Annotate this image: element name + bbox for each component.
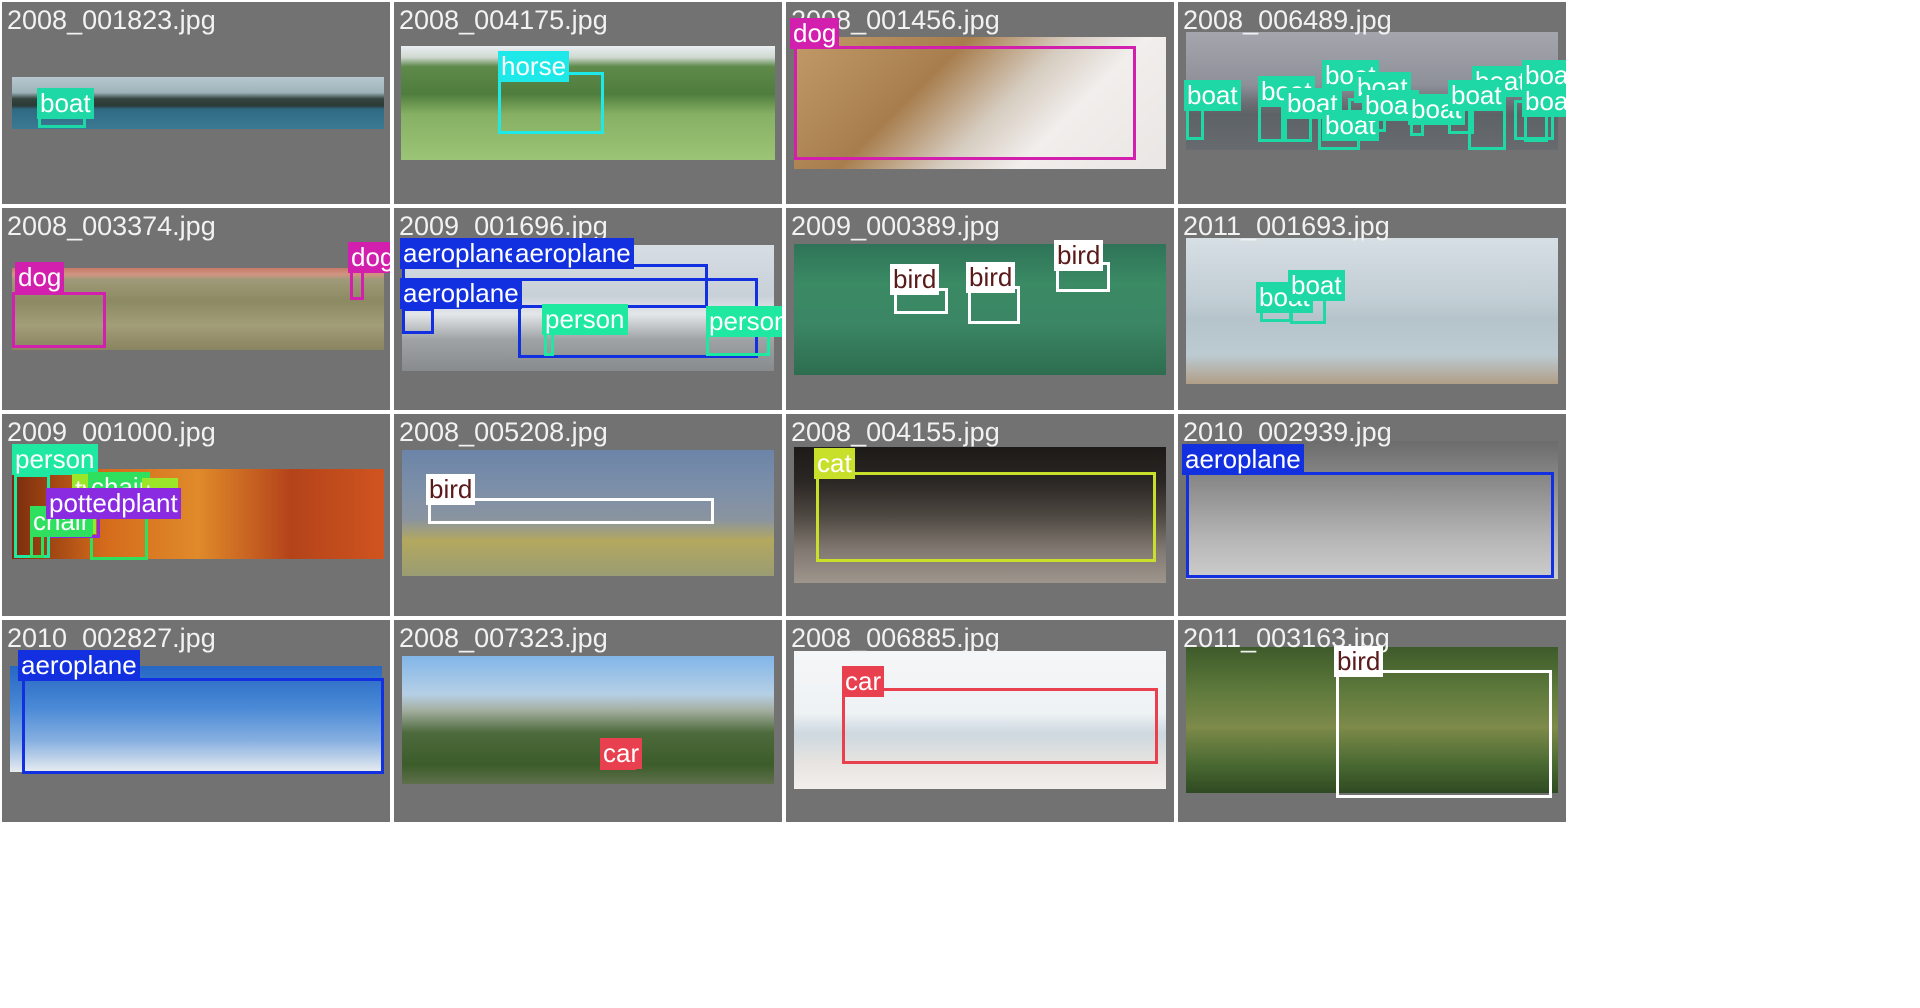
image-tile[interactable]: 2008_006885.jpgcar (786, 620, 1174, 822)
tile-filename: 2011_001693.jpg (1183, 211, 1390, 241)
bounding-box-label: aeroplane (18, 650, 140, 681)
bounding-box-label: person (706, 306, 782, 337)
tile-filename: 2008_003374.jpg (7, 211, 216, 241)
bounding-box-label: aeroplane (400, 238, 522, 269)
tile-filename: 2010_002827.jpg (7, 623, 216, 653)
bounding-box-label: boat (1184, 80, 1241, 111)
bounding-box (402, 308, 434, 334)
bounding-box-label: car (842, 666, 885, 697)
bounding-box-label: dog (348, 242, 390, 273)
image-tile[interactable]: 2008_001823.jpgboat (2, 2, 390, 204)
bounding-box-label: aeroplane (512, 238, 634, 269)
image-tile[interactable]: 2008_003374.jpgdog dog (2, 208, 390, 410)
image-tile[interactable]: 2008_001456.jpg dog (786, 2, 1174, 204)
tile-filename: 2008_005208.jpg (399, 417, 608, 447)
bounding-box (22, 678, 384, 774)
image-tile[interactable]: 2011_001693.jpg boat boat (1178, 208, 1566, 410)
image-tile[interactable]: 2009_000389.jpgbird bird bird (786, 208, 1174, 410)
bounding-box-label: dog (790, 18, 840, 49)
detection-results-grid: 2008_001823.jpg boat 2008_004175.jpg horse 2… (0, 0, 1920, 1008)
image-tile[interactable]: 2009_001000.jpgpersontvchairtorchairpott… (2, 414, 390, 616)
tile-filename: 2009_001696.jpg (399, 211, 608, 241)
image-tile[interactable]: 2008_007323.jpgcar (394, 620, 782, 822)
tile-photo (1186, 238, 1558, 384)
bounding-box-label: bird (1334, 646, 1384, 677)
bounding-box (1186, 472, 1554, 578)
bounding-box-label: aeroplane (400, 278, 522, 309)
bounding-box (1336, 670, 1552, 798)
bounding-box-label: boat (1522, 86, 1566, 117)
image-tile[interactable]: 2009_001696.jpg aeroplane aeroplane aeropla… (394, 208, 782, 410)
bounding-box (12, 292, 106, 348)
bounding-box-label: cat (814, 448, 855, 479)
bounding-box-label: aeroplane (1182, 444, 1304, 475)
image-tile[interactable]: 2011_003163.jpg bird (1178, 620, 1566, 822)
image-tile[interactable]: 2010_002827.jpg aeroplane (2, 620, 390, 822)
bounding-box-label: bird (426, 474, 476, 505)
bounding-box-label: pottedplant (46, 488, 181, 519)
bounding-box (1258, 102, 1284, 142)
tile-filename: 2008_004155.jpg (791, 417, 1000, 447)
bounding-box (816, 472, 1156, 562)
bounding-box-label: bird (966, 262, 1016, 293)
bounding-box (842, 688, 1158, 764)
bounding-box-label: horse (498, 51, 570, 82)
tile-filename: 2009_000389.jpg (791, 211, 1000, 241)
tile-filename: 2008_001823.jpg (7, 5, 216, 35)
bounding-box-label: bird (1054, 240, 1104, 271)
bounding-box-label: person (12, 444, 98, 475)
image-tile[interactable]: 2008_005208.jpgbird (394, 414, 782, 616)
image-tile[interactable]: 2008_004155.jpg cat (786, 414, 1174, 616)
tile-filename: 2010_002939.jpg (1183, 417, 1392, 447)
bounding-box-label: car (600, 738, 643, 769)
tile-filename: 2008_006489.jpg (1183, 5, 1392, 35)
bounding-box-label: person (542, 304, 628, 335)
image-tile[interactable]: 2008_006489.jpg boat boat boat boat boat boat b… (1178, 2, 1566, 204)
bounding-box (794, 46, 1136, 160)
tile-filename: 2008_004175.jpg (399, 5, 608, 35)
tile-photo (402, 656, 774, 784)
bounding-box-label: dog (15, 262, 65, 293)
bounding-box-label: boat (37, 88, 94, 119)
tile-filename: 2008_007323.jpg (399, 623, 608, 653)
tile-filename: 2009_001000.jpg (7, 417, 216, 447)
tile-filename: 2008_006885.jpg (791, 623, 1000, 653)
bounding-box-label: boat (1448, 80, 1505, 111)
bounding-box-label: boat (1288, 270, 1345, 301)
bounding-box (1186, 106, 1204, 140)
image-tile[interactable]: 2010_002939.jpg aeroplane (1178, 414, 1566, 616)
bounding-box-label: bird (890, 264, 940, 295)
image-tile[interactable]: 2008_004175.jpghorse (394, 2, 782, 204)
